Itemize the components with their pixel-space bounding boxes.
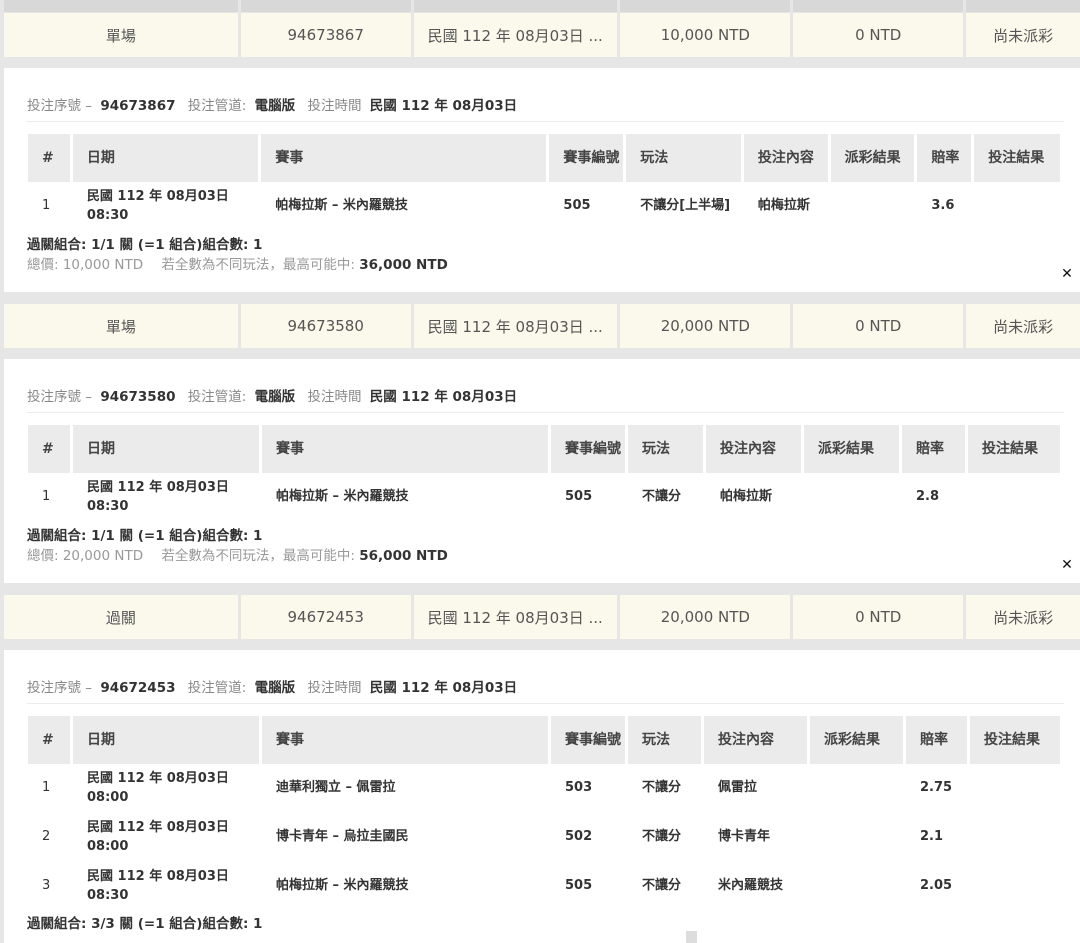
col-pick: 投注內容 (706, 425, 801, 473)
col-odds: 賠率 (902, 425, 965, 473)
col-match: 賽事 (261, 134, 547, 182)
bet-serial: 94673867 (240, 13, 411, 57)
bet-win-amount: 0 NTD (793, 595, 964, 639)
detail-serial: 94672453 (100, 680, 176, 696)
detail-serial: 94673867 (100, 98, 176, 114)
bet-amount: 20,000 NTD (620, 595, 791, 639)
detail-time: 民國 112 年 08月03日 (369, 98, 518, 114)
header-cell-status (966, 0, 1080, 12)
col-payout: 派彩結果 (830, 134, 915, 182)
table-row: 1 民國 112 年 08月03日 08:00 迪華利獨立 – 佩雷拉 503 不… (42, 770, 953, 805)
parlay-summary: 過關組合: 3/3 關 (=1 組合)組合數: 1 (27, 916, 263, 932)
bet-detail-panel: 投注序號 – 94672453 投注管道: 電腦版 投注時間 民國 112 年 … (4, 650, 1080, 943)
bet-detail-table: # 日期 賽事 賽事編號 玩法 投注內容 派彩結果 賠率 投注結果 1 民國 1… (28, 134, 1060, 231)
col-pick: 投注內容 (743, 134, 828, 182)
col-match-code: 賽事編號 (551, 425, 625, 473)
detail-time: 民國 112 年 08月03日 (369, 680, 518, 696)
parlay-summary: 過關組合: 1/1 關 (=1 組合)組合數: 1 (27, 237, 263, 253)
col-payout: 派彩結果 (804, 425, 899, 473)
bet-meta: 投注序號 – 94672453 投注管道: 電腦版 投注時間 民國 112 年 … (27, 680, 518, 696)
bet-time: 民國 112 年 08月03日 ... (413, 304, 618, 348)
col-payout: 派彩結果 (810, 716, 903, 764)
bet-detail-panel: 投注序號 – 94673867 投注管道: 電腦版 投注時間 民國 112 年 … (4, 68, 1080, 292)
col-date: 日期 (73, 425, 259, 473)
col-match: 賽事 (262, 716, 548, 764)
header-cell-time (413, 0, 618, 12)
total-summary: 總價: 20,000 NTD 若全數為不同玩法，最高可能中: 56,000 NT… (27, 548, 448, 564)
bet-amount: 20,000 NTD (620, 304, 791, 348)
total-summary: 總價: 10,000 NTD 若全數為不同玩法，最高可能中: 36,000 NT… (27, 257, 448, 273)
col-match: 賽事 (262, 425, 548, 473)
table-header: # 日期 賽事 賽事編號 玩法 投注內容 派彩結果 賠率 投注結果 (28, 425, 1060, 473)
bet-serial: 94673580 (240, 304, 411, 348)
bet-summary-row[interactable]: 過關 94672453 民國 112 年 08月03日 ... 20,000 N… (0, 595, 1080, 639)
bet-type: 單場 (4, 304, 238, 348)
table-header: # 日期 賽事 賽事編號 玩法 投注內容 派彩結果 賠率 投注結果 (28, 716, 1060, 764)
bet-detail-table: # 日期 賽事 賽事編號 玩法 投注內容 派彩結果 賠率 投注結果 1 民國 1… (28, 716, 1060, 911)
bet-detail-table: # 日期 賽事 賽事編號 玩法 投注內容 派彩結果 賠率 投注結果 1 民國 1… (28, 425, 1060, 522)
table-row: 2 民國 112 年 08月03日 08:00 博卡青年 – 烏拉圭國民 502 … (42, 819, 944, 854)
bet-amount: 10,000 NTD (620, 13, 791, 57)
bet-summary-row[interactable]: 單場 94673867 民國 112 年 08月03日 ... 10,000 N… (0, 13, 1080, 57)
bet-status: 尚未派彩 (966, 595, 1080, 639)
bet-serial: 94672453 (240, 595, 411, 639)
detail-channel: 電腦版 (254, 389, 296, 405)
col-play: 玩法 (626, 134, 741, 182)
col-pick: 投注內容 (704, 716, 807, 764)
bet-meta: 投注序號 – 94673867 投注管道: 電腦版 投注時間 民國 112 年 … (27, 98, 518, 114)
detail-channel: 電腦版 (254, 98, 296, 114)
bet-win-amount: 0 NTD (793, 304, 964, 348)
close-icon[interactable]: ✕ (1058, 265, 1076, 283)
close-icon[interactable]: ✕ (1058, 556, 1076, 574)
col-result: 投注結果 (970, 716, 1060, 764)
col-play: 玩法 (628, 425, 703, 473)
detail-serial: 94673580 (100, 389, 176, 405)
max-payout: 36,000 NTD (359, 257, 448, 273)
bet-detail-panel: 投注序號 – 94673580 投注管道: 電腦版 投注時間 民國 112 年 … (4, 359, 1080, 583)
detail-channel: 電腦版 (254, 680, 296, 696)
col-index: # (28, 425, 70, 473)
bet-status: 尚未派彩 (966, 304, 1080, 348)
divider (27, 703, 1064, 704)
scrollbar-thumb[interactable] (686, 931, 697, 943)
col-odds: 賠率 (906, 716, 967, 764)
divider (27, 121, 1064, 122)
bet-type: 過關 (4, 595, 238, 639)
header-cell-amount (620, 0, 791, 12)
header-cell-win (793, 0, 964, 12)
bet-summary-row[interactable]: 單場 94673580 民國 112 年 08月03日 ... 20,000 N… (0, 304, 1080, 348)
bet-time: 民國 112 年 08月03日 ... (413, 13, 618, 57)
col-match-code: 賽事編號 (549, 134, 624, 182)
col-date: 日期 (73, 716, 259, 764)
col-result: 投注結果 (974, 134, 1060, 182)
bet-meta: 投注序號 – 94673580 投注管道: 電腦版 投注時間 民國 112 年 … (27, 389, 518, 405)
col-index: # (28, 134, 70, 182)
bet-status: 尚未派彩 (966, 13, 1080, 57)
col-index: # (28, 716, 70, 764)
col-odds: 賠率 (917, 134, 972, 182)
col-date: 日期 (72, 134, 259, 182)
header-cell-serial (240, 0, 411, 12)
col-play: 玩法 (628, 716, 701, 764)
bet-list-header (0, 0, 1080, 12)
detail-time: 民國 112 年 08月03日 (369, 389, 518, 405)
table-row: 1 民國 112 年 08月03日 08:30 帕梅拉斯 – 米內羅競技 505 … (42, 479, 940, 514)
divider (27, 412, 1064, 413)
max-payout: 56,000 NTD (359, 548, 448, 564)
col-result: 投注結果 (968, 425, 1060, 473)
bet-win-amount: 0 NTD (793, 13, 964, 57)
table-row: 3 民國 112 年 08月03日 08:30 帕梅拉斯 – 米內羅競技 505 … (42, 868, 953, 903)
header-cell-play (4, 0, 238, 12)
bet-time: 民國 112 年 08月03日 ... (413, 595, 618, 639)
table-header: # 日期 賽事 賽事編號 玩法 投注內容 派彩結果 賠率 投注結果 (28, 134, 1060, 182)
table-row: 1 民國 112 年 08月03日 08:30 帕梅拉斯 – 米內羅競技 505 … (42, 188, 955, 223)
parlay-summary: 過關組合: 1/1 關 (=1 組合)組合數: 1 (27, 528, 263, 544)
bet-type: 單場 (4, 13, 238, 57)
col-match-code: 賽事編號 (551, 716, 625, 764)
